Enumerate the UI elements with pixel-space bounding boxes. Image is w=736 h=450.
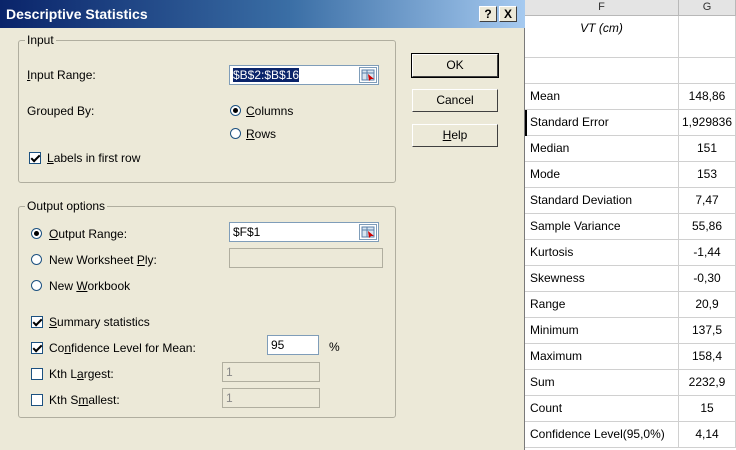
collapse-dialog-icon[interactable]	[359, 224, 377, 240]
confidence-level-field[interactable]: 95	[267, 335, 319, 355]
output-options-group: Output options Output Range: $F$1 New Wo…	[18, 199, 396, 418]
stat-value-cell[interactable]: 15	[679, 396, 736, 422]
output-range-radio[interactable]	[31, 228, 42, 239]
stat-value-cell[interactable]: -1,44	[679, 240, 736, 266]
stat-label-cell[interactable]: Confidence Level(95,0%)	[525, 422, 679, 448]
columns-label[interactable]: Columns	[246, 104, 293, 118]
stat-label-cell[interactable]: Count	[525, 396, 679, 422]
input-range-field[interactable]: $B$2:$B$16	[229, 65, 379, 85]
stat-label-cell[interactable]: Minimum	[525, 318, 679, 344]
confidence-level-checkbox[interactable]	[31, 342, 43, 354]
input-group: Input Input Range: $B$2:$B$16 Grouped By…	[18, 33, 396, 183]
header-cell-empty[interactable]	[679, 16, 736, 58]
output-options-legend: Output options	[25, 199, 108, 213]
summary-statistics-checkbox[interactable]	[31, 316, 43, 328]
rows-label[interactable]: Rows	[246, 127, 276, 141]
stat-value-cell[interactable]: 2232,9	[679, 370, 736, 396]
empty-cell[interactable]	[679, 58, 736, 84]
kth-smallest-checkbox[interactable]	[31, 394, 43, 406]
stat-value-cell[interactable]: 7,47	[679, 188, 736, 214]
confidence-level-unit: %	[329, 340, 340, 354]
new-workbook-label[interactable]: New Workbook	[49, 279, 130, 293]
column-header-f[interactable]: F	[525, 0, 679, 16]
stat-value-cell[interactable]: 4,14	[679, 422, 736, 448]
stat-value-cell[interactable]: 158,4	[679, 344, 736, 370]
new-worksheet-ply-radio[interactable]	[31, 254, 42, 265]
stat-value-cell[interactable]: 55,86	[679, 214, 736, 240]
column-header-g[interactable]: G	[679, 0, 736, 16]
header-cell-label[interactable]: VT (cm)	[525, 16, 679, 58]
output-range-label[interactable]: Output Range:	[49, 227, 127, 241]
columns-radio[interactable]	[230, 105, 241, 116]
new-worksheet-ply-field[interactable]	[229, 248, 383, 268]
new-worksheet-ply-label[interactable]: New Worksheet Ply:	[49, 253, 157, 267]
dialog-title: Descriptive Statistics	[6, 6, 148, 22]
stat-value-cell[interactable]: 151	[679, 136, 736, 162]
stat-value-cell[interactable]: 1,929836	[679, 110, 736, 136]
stat-value-cell[interactable]: 137,5	[679, 318, 736, 344]
stat-label-cell[interactable]: Standard Error	[525, 110, 679, 136]
kth-smallest-label[interactable]: Kth Smallest:	[49, 393, 120, 407]
output-range-field[interactable]: $F$1	[229, 222, 379, 242]
kth-largest-field[interactable]: 1	[222, 362, 320, 382]
summary-statistics-label[interactable]: Summary statistics	[49, 315, 150, 329]
new-workbook-radio[interactable]	[31, 280, 42, 291]
stat-label-cell[interactable]: Skewness	[525, 266, 679, 292]
stat-value-cell[interactable]: -0,30	[679, 266, 736, 292]
stat-label-cell[interactable]: Range	[525, 292, 679, 318]
stat-label-cell[interactable]: Sample Variance	[525, 214, 679, 240]
descriptive-statistics-dialog: Descriptive Statistics ? X Input Input R…	[0, 0, 525, 450]
ok-button[interactable]: OK	[412, 54, 498, 77]
kth-largest-checkbox[interactable]	[31, 368, 43, 380]
dialog-titlebar[interactable]: Descriptive Statistics ? X	[0, 0, 525, 28]
confidence-level-label[interactable]: Confidence Level for Mean:	[49, 341, 196, 355]
stat-label-cell[interactable]: Kurtosis	[525, 240, 679, 266]
close-icon[interactable]: X	[499, 6, 517, 22]
collapse-dialog-icon[interactable]	[359, 67, 377, 83]
active-cell-marker	[525, 110, 527, 136]
stat-value-cell[interactable]: 153	[679, 162, 736, 188]
stat-value-cell[interactable]: 148,86	[679, 84, 736, 110]
empty-cell[interactable]	[525, 58, 679, 84]
stat-label-cell[interactable]: Median	[525, 136, 679, 162]
stat-label-cell[interactable]: Standard Deviation	[525, 188, 679, 214]
kth-largest-label[interactable]: Kth Largest:	[49, 367, 114, 381]
rows-radio[interactable]	[230, 128, 241, 139]
stat-label-cell[interactable]: Sum	[525, 370, 679, 396]
stat-label-cell[interactable]: Maximum	[525, 344, 679, 370]
spreadsheet: F G VT (cm) Mean 148,86 Standard Error 1,92…	[525, 0, 736, 450]
stat-value-cell[interactable]: 20,9	[679, 292, 736, 318]
labels-first-row-label[interactable]: Labels in first row	[47, 151, 140, 165]
labels-first-row-checkbox[interactable]	[29, 152, 41, 164]
input-range-label: Input Range:	[27, 68, 96, 82]
input-group-legend: Input	[25, 33, 56, 47]
stat-label-cell[interactable]: Mode	[525, 162, 679, 188]
cancel-button[interactable]: Cancel	[412, 89, 498, 112]
help-button[interactable]: Help	[412, 124, 498, 147]
help-icon[interactable]: ?	[479, 6, 497, 22]
kth-smallest-field[interactable]: 1	[222, 388, 320, 408]
stat-label-cell[interactable]: Mean	[525, 84, 679, 110]
grouped-by-label: Grouped By:	[27, 104, 95, 118]
